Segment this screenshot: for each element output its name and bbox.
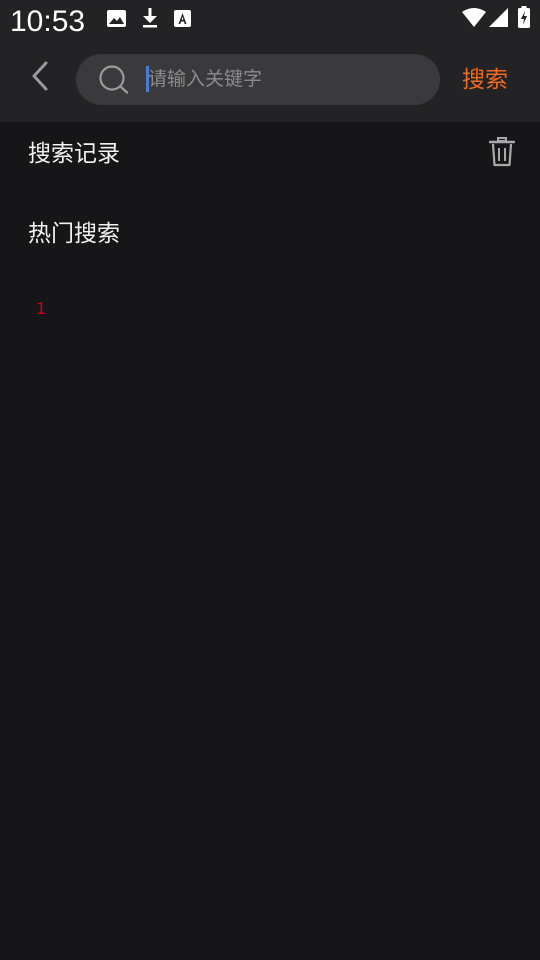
hot-list: 1 (36, 296, 46, 322)
search-button[interactable]: 搜索 (462, 62, 508, 98)
header: 10:53 请输入关键字 搜索 (0, 0, 540, 122)
wifi-icon (462, 8, 486, 27)
hot-rank: 1 (36, 299, 47, 318)
image-icon (107, 10, 126, 27)
back-button[interactable] (22, 58, 58, 98)
trash-icon (488, 137, 516, 171)
clear-history-button[interactable] (486, 136, 518, 172)
battery-charging-icon (518, 6, 530, 28)
history-title: 搜索记录 (28, 141, 120, 167)
signal-icon (489, 8, 508, 27)
download-icon (141, 8, 159, 28)
search-input[interactable] (148, 62, 418, 96)
font-icon (174, 10, 191, 27)
hot-item[interactable]: 1 (36, 296, 46, 322)
search-icon (98, 65, 130, 99)
status-bar: 10:53 (0, 0, 540, 42)
search-box[interactable] (76, 54, 440, 105)
app-bar: 搜索 (0, 42, 540, 122)
chevron-left-icon (30, 61, 50, 95)
status-time: 10:53 (10, 5, 86, 38)
search-screen: 10:53 请输入关键字 搜索 搜索记录 热门搜索 1 (0, 0, 540, 960)
hot-title: 热门搜索 (28, 221, 120, 247)
